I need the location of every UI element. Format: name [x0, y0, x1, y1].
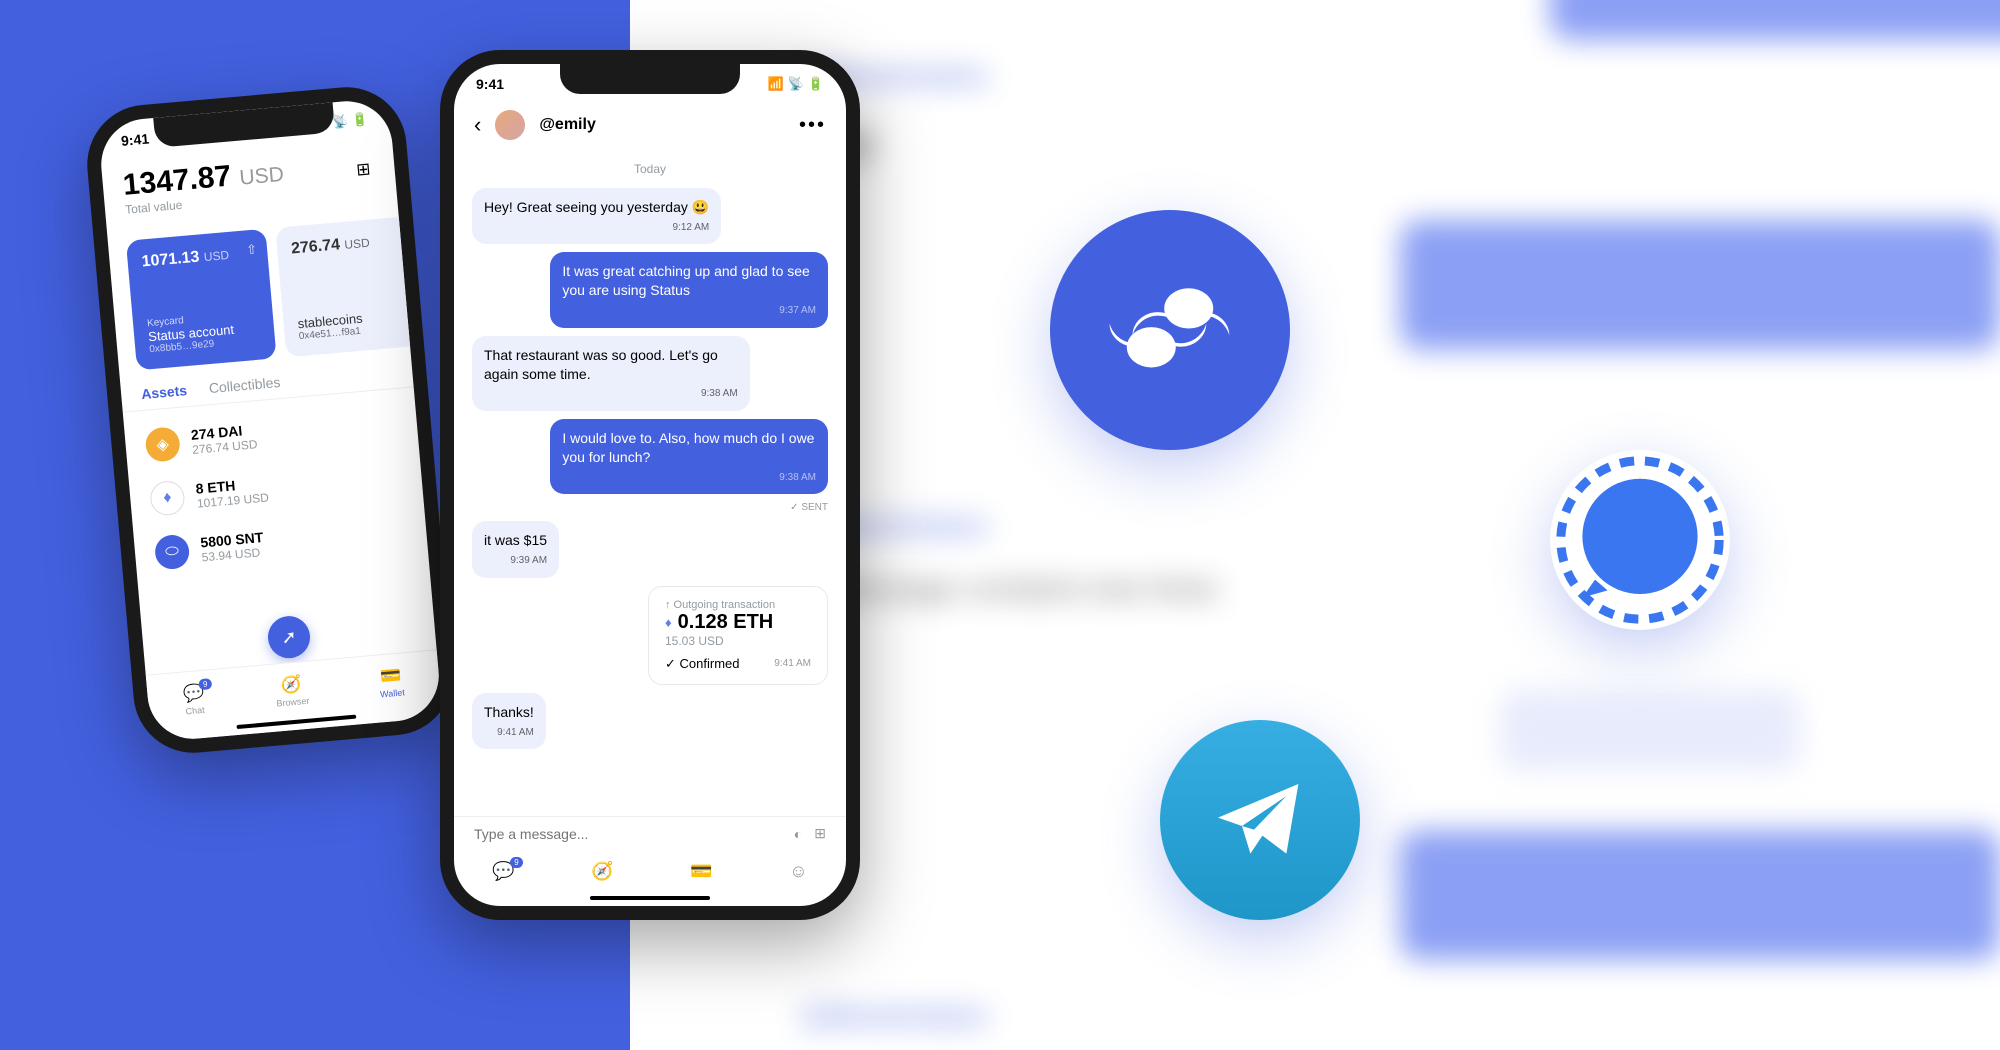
day-separator: Today	[472, 162, 828, 176]
account-card-status[interactable]: 1071.13 USD ⇧ Keycard Status account 0x8…	[126, 229, 277, 371]
sticker-icon[interactable]: ◐	[794, 826, 802, 842]
telegram-logo	[1160, 720, 1360, 920]
snt-icon: ⬭	[154, 534, 191, 571]
sent-indicator: ✓ SENT	[790, 502, 828, 513]
add-icon[interactable]: ⊞	[814, 825, 826, 842]
nav-wallet[interactable]: 💳Wallet	[378, 665, 405, 699]
status-logo	[1050, 210, 1290, 450]
nav-chat[interactable]: 💬9Chat	[182, 682, 206, 716]
dai-icon: ◈	[144, 426, 181, 463]
wifi-icon: 📡	[788, 76, 804, 92]
compass-icon: 🧭	[280, 674, 303, 696]
nav-profile-icon[interactable]: ☺	[789, 861, 807, 882]
tab-collectibles[interactable]: Collectibles	[208, 374, 281, 396]
nav-wallet-icon[interactable]: 💳	[690, 861, 712, 882]
transaction-card[interactable]: ↑ Outgoing transaction ♦0.128 ETH 15.03 …	[648, 586, 828, 685]
signal-icon: 📶	[767, 76, 783, 92]
transaction-time: 9:41 AM	[774, 658, 811, 669]
avatar[interactable]	[493, 108, 527, 142]
home-indicator	[590, 896, 710, 900]
transaction-status: ✓ Confirmed	[665, 656, 739, 672]
chat-phone-mockup: 9:41 📶 📡🔋 ‹ @emily ••• Today Hey! Great s…	[440, 50, 860, 920]
wifi-icon: 📡	[331, 113, 349, 130]
transaction-amount: ♦0.128 ETH	[665, 611, 811, 634]
status-time: 9:41	[120, 131, 149, 149]
account-card-stablecoins[interactable]: 276.74 USD stablecoins 0x4e51…f9a1	[275, 216, 426, 358]
message-incoming[interactable]: Thanks!9:41 AM	[472, 693, 546, 749]
message-incoming[interactable]: That restaurant was so good. Let's go ag…	[472, 336, 750, 411]
message-outgoing[interactable]: I would love to. Also, how much do I owe…	[550, 419, 828, 494]
chat-username: @emily	[539, 116, 596, 134]
nav-browser[interactable]: 🧭Browser	[274, 673, 310, 708]
transaction-direction: ↑ Outgoing transaction	[665, 599, 811, 611]
share-icon[interactable]: ⇧	[246, 242, 258, 259]
tab-assets[interactable]: Assets	[141, 382, 188, 402]
transaction-usd: 15.03 USD	[665, 634, 811, 648]
status-time: 9:41	[476, 76, 504, 92]
send-fab-button[interactable]: ➚	[266, 614, 312, 660]
message-incoming[interactable]: it was $159:39 AM	[472, 521, 559, 577]
message-incoming[interactable]: Hey! Great seeing you yesterday 😃9:12 AM	[472, 188, 721, 244]
qr-scan-icon[interactable]: ⊞	[355, 159, 371, 180]
battery-icon: 🔋	[808, 76, 824, 92]
battery-icon: 🔋	[351, 111, 369, 128]
signal-logo	[1550, 450, 1730, 630]
eth-icon: ♦	[149, 480, 186, 517]
account-value: 276.74 USD	[290, 234, 370, 258]
blurred-chat-background: @blockchainz Hey @blockchainz a message …	[700, 0, 2000, 1050]
message-input[interactable]	[474, 826, 782, 842]
back-button[interactable]: ‹	[474, 112, 481, 138]
nav-browser-icon[interactable]: 🧭	[591, 861, 613, 882]
message-outgoing[interactable]: It was great catching up and glad to see…	[550, 252, 828, 327]
wallet-icon: 💳	[379, 665, 402, 687]
account-value: 1071.13 USD	[141, 246, 230, 271]
wallet-phone-mockup: 9:41 📶📡🔋 ⊞ 1347.87 USD Total value 1071.…	[82, 82, 457, 757]
nav-chat-icon[interactable]: 💬9	[492, 861, 514, 882]
more-options-button[interactable]: •••	[799, 114, 826, 137]
